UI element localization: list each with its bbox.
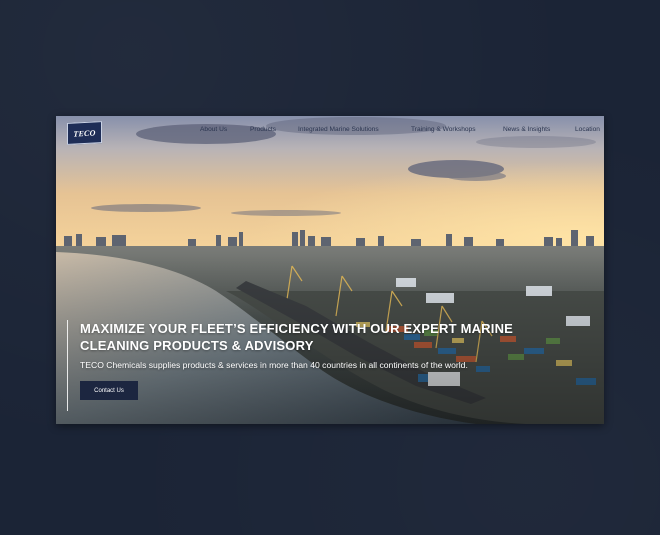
contact-us-label: Contact Us	[94, 387, 124, 394]
website-screenshot: TECO About Us Products Integrated Marine…	[56, 116, 604, 424]
hero-subtitle: TECO Chemicals supplies products & servi…	[80, 360, 468, 370]
nav-item-integrated-marine-solutions[interactable]: Integrated Marine Solutions	[298, 126, 379, 133]
nav-item-training-workshops[interactable]: Training & Workshops	[411, 126, 476, 133]
top-navigation: TECO About Us Products Integrated Marine…	[56, 116, 604, 148]
hero-title: MAXIMIZE YOUR FLEET’S EFFICIENCY WITH OU…	[80, 321, 514, 353]
nav-item-location[interactable]: Location	[575, 126, 600, 133]
nav-item-about-us[interactable]: About Us	[200, 126, 227, 133]
hero-image	[56, 116, 604, 424]
contact-us-button[interactable]: Contact Us	[80, 381, 138, 400]
nav-item-news-insights[interactable]: News & Insights	[503, 126, 550, 133]
nav-item-products[interactable]: Products	[250, 126, 276, 133]
hero-accent-bar	[67, 320, 68, 411]
logo-text: TECO	[73, 127, 96, 139]
teco-logo[interactable]: TECO	[67, 121, 102, 145]
